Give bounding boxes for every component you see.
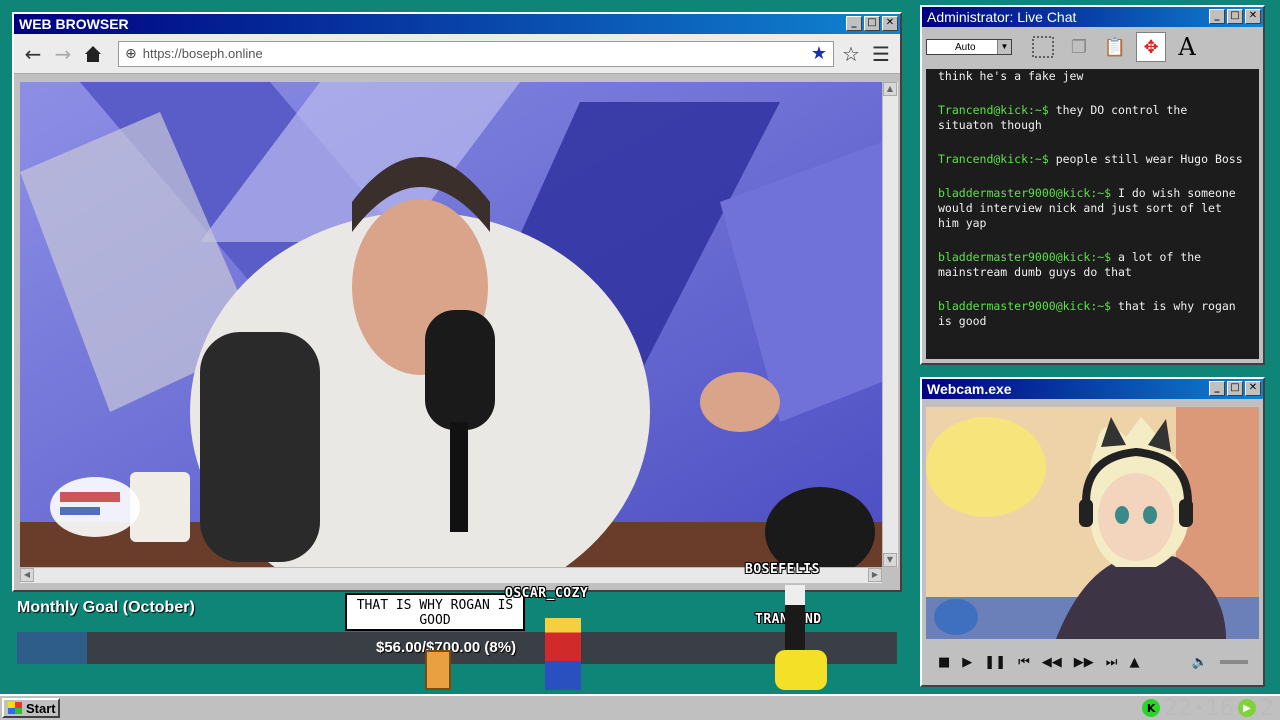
copy-icon[interactable]: ❐ [1064, 32, 1094, 62]
system-tray: K 22 ◦ 16 ▶ 2 [1142, 696, 1274, 720]
play-icon[interactable]: ▶ [962, 655, 972, 670]
chat-message: bladdermaster9000@kick:~$ I do wish some… [938, 186, 1247, 231]
font-size-value: Auto [955, 41, 976, 53]
goal-label: Monthly Goal (October) [17, 599, 195, 616]
dropdown-arrow-icon: ▼ [997, 40, 1011, 54]
minimize-button[interactable]: _ [846, 16, 862, 31]
chat-text: people still wear Hugo Boss [1048, 152, 1243, 166]
rumble-icon: ▶ [1238, 699, 1256, 717]
kick-icon: K [1142, 699, 1161, 717]
chat-username: Trancend@kick:~$ [938, 103, 1049, 117]
chat-text: think he's a fake jew [938, 69, 1084, 83]
kick-viewer-count: 22 [1164, 695, 1193, 720]
maximize-button[interactable]: □ [864, 16, 880, 31]
webcam-avatar-view [926, 407, 1259, 639]
home-icon[interactable] [80, 41, 106, 67]
minimize-button[interactable]: _ [1209, 9, 1225, 24]
rewind-icon[interactable]: ◀◀ [1042, 655, 1062, 670]
chat-message: bladdermaster9000@kick:~$ that is why ro… [938, 299, 1247, 329]
move-icon[interactable]: ✥ [1136, 32, 1166, 62]
scroll-down-icon[interactable]: ▼ [883, 553, 897, 567]
chat-message: think he's a fake jew [938, 69, 1247, 84]
browser-toolbar: ← → ⊕ https://boseph.online ★ ☆ ☰ [14, 34, 900, 74]
start-button[interactable]: Start [2, 698, 60, 718]
font-size-select[interactable]: Auto ▼ [926, 39, 1012, 55]
viewer-name-cozy: OSCAR_COZY [505, 586, 589, 601]
back-icon[interactable]: ← [20, 41, 46, 67]
skip-back-icon[interactable]: ⏮ [1018, 655, 1030, 670]
chat-username: bladdermaster9000@kick:~$ [938, 299, 1112, 313]
stop-icon[interactable]: ■ [938, 655, 950, 670]
fast-forward-icon[interactable]: ▶▶ [1074, 655, 1094, 670]
chat-log: think he's a fake jew Trancend@kick:~$ t… [926, 69, 1259, 359]
scroll-left-icon[interactable]: ◀ [20, 568, 34, 582]
pause-icon[interactable]: ❚❚ [984, 655, 1006, 670]
close-button[interactable]: ✕ [882, 16, 898, 31]
chat-username: bladdermaster9000@kick:~$ [938, 186, 1112, 200]
chat-message: Trancend@kick:~$ they DO control the sit… [938, 103, 1247, 133]
browser-title: WEB BROWSER [19, 16, 129, 32]
video-viewport[interactable] [20, 82, 882, 567]
live-chat-window: Administrator: Live Chat _ □ ✕ Auto ▼ ❐ … [920, 5, 1265, 365]
chat-titlebar[interactable]: Administrator: Live Chat _ □ ✕ [922, 7, 1263, 27]
volume-icon[interactable]: 🔈 [1192, 655, 1208, 670]
skip-forward-icon[interactable]: ⏭ [1106, 655, 1118, 670]
pixel-character-sprite [775, 650, 827, 690]
browser-window: WEB BROWSER _ □ ✕ ← → ⊕ https://boseph.o… [12, 12, 902, 592]
vertical-scrollbar[interactable]: ▲ ▼ [882, 82, 898, 567]
chat-message: bladdermaster9000@kick:~$ a lot of the m… [938, 250, 1247, 280]
chat-username: bladdermaster9000@kick:~$ [938, 250, 1112, 264]
url-text: https://boseph.online [142, 46, 263, 61]
rumble-viewer-count: 2 [1260, 695, 1274, 720]
webcam-controls: ■ ▶ ❚❚ ⏮ ◀◀ ▶▶ ⏭ ▲ 🔈 [926, 647, 1259, 677]
chat-title: Administrator: Live Chat [927, 9, 1077, 25]
scroll-up-icon[interactable]: ▲ [883, 82, 897, 96]
forward-icon[interactable]: → [50, 41, 76, 67]
address-bar[interactable]: ⊕ https://boseph.online ★ [118, 40, 834, 67]
bookmark-star-icon[interactable]: ★ [811, 43, 827, 64]
font-icon[interactable]: A [1172, 32, 1202, 62]
pixel-character-sprite [425, 650, 451, 690]
pixel-character-sprite [545, 618, 581, 690]
webcam-titlebar[interactable]: Webcam.exe _ □ ✕ [922, 379, 1263, 399]
paste-icon[interactable]: 📋 [1100, 32, 1130, 62]
chat-username: Trancend@kick:~$ [938, 152, 1049, 166]
chat-message: Trancend@kick:~$ people still wear Hugo … [938, 152, 1247, 167]
windows-logo-icon [8, 702, 22, 714]
start-label: Start [26, 700, 56, 716]
minimize-button[interactable]: _ [1209, 381, 1225, 396]
eject-icon[interactable]: ▲ [1130, 655, 1140, 670]
maximize-button[interactable]: □ [1227, 381, 1243, 396]
cozy-viewer-count: 16 [1206, 695, 1234, 720]
webcam-title: Webcam.exe [927, 381, 1012, 397]
cozy-icon: ◦ [1196, 702, 1202, 714]
webcam-window: Webcam.exe _ □ ✕ ■ ▶ ❚❚ ⏮ ◀◀ ▶▶ ⏭ ▲ 🔈 [920, 377, 1265, 687]
maximize-button[interactable]: □ [1227, 9, 1243, 24]
goal-progress-fill [17, 632, 88, 664]
browser-titlebar[interactable]: WEB BROWSER _ □ ✕ [14, 14, 900, 34]
star-outline-icon[interactable]: ☆ [838, 41, 864, 67]
select-icon[interactable] [1028, 32, 1058, 62]
chat-toolbar: Auto ▼ ❐ 📋 ✥ A [922, 27, 1263, 67]
taskbar: Start K 22 ◦ 16 ▶ 2 [0, 694, 1280, 720]
close-button[interactable]: ✕ [1245, 9, 1261, 24]
globe-icon: ⊕ [125, 45, 137, 62]
close-button[interactable]: ✕ [1245, 381, 1261, 396]
speech-bubble: THAT IS WHY ROGAN IS GOOD [345, 593, 525, 631]
menu-icon[interactable]: ☰ [868, 41, 894, 67]
scroll-right-icon[interactable]: ▶ [868, 568, 882, 582]
viewer-name-bosefelis: BOSEFELIS [745, 562, 820, 577]
volume-slider[interactable] [1219, 660, 1248, 664]
